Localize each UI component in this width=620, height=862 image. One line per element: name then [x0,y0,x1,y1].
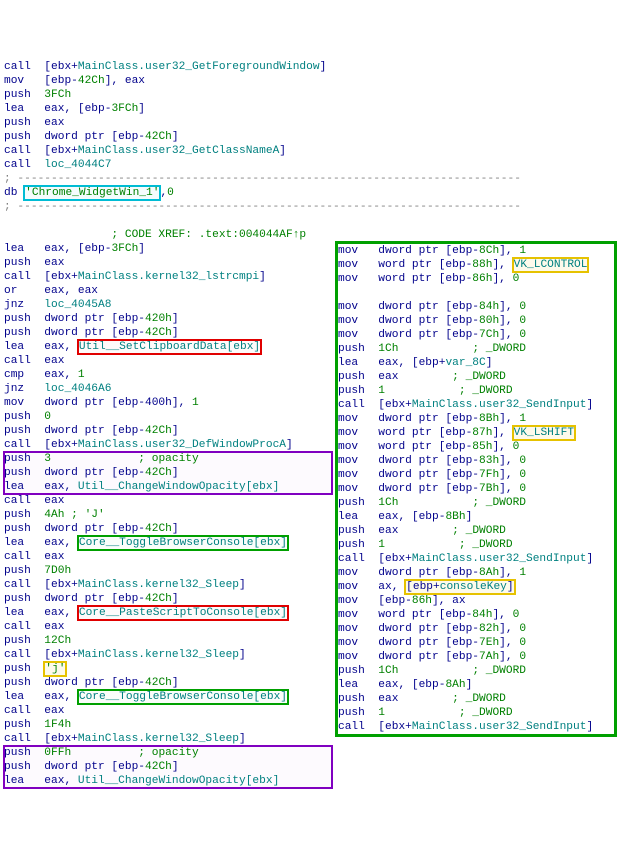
consolekey-ref: [ebp+consoleKey] [405,580,514,594]
util-setclipboarddata: Util__SetClipboardData[ebx] [78,340,261,354]
core-pastescripttoconsole: Core__PasteScriptToConsole[ebx] [78,606,288,620]
opacity-block-1: push 3 ; opacitypush dword ptr [ebp-42Ch… [4,452,332,494]
vk-const: VK_LCONTROL [513,258,589,272]
push-j-char: 'j' [44,662,66,676]
sendinput-block: mov dword ptr [ebp-8Ch], 1mov word ptr [… [336,242,616,736]
opacity-block-2: push 0FFh ; opacitypush dword ptr [ebp-4… [4,746,332,788]
core-togglebrowserconsole-2: Core__ToggleBrowserConsole[ebx] [78,690,288,704]
vk-const: VK_LSHIFT [513,426,575,440]
core-togglebrowserconsole-1: Core__ToggleBrowserConsole[ebx] [78,536,288,550]
string-chrome-widgetwin: 'Chrome_WidgetWin_1' [24,186,160,200]
